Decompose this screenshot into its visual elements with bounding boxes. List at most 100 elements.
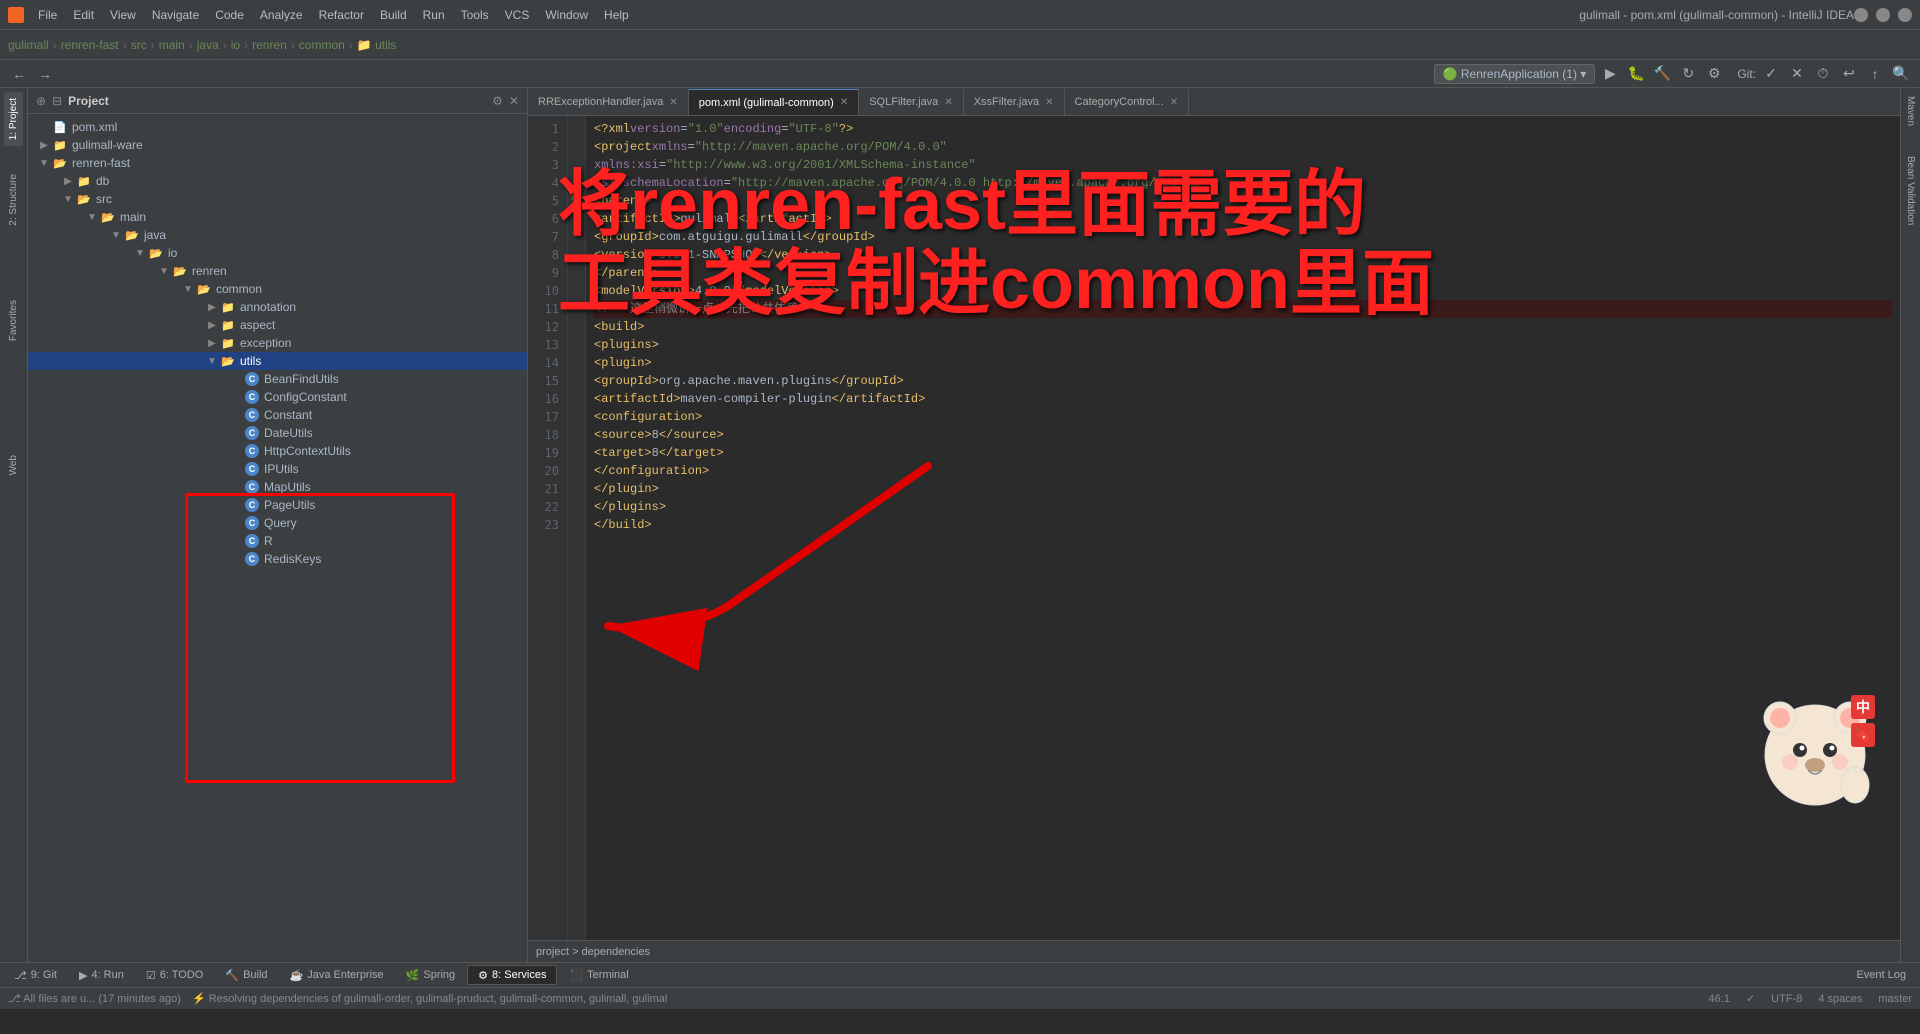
tree-item-maputils[interactable]: C MapUtils: [28, 478, 527, 496]
tree-item-db[interactable]: ▶ 📁 db: [28, 172, 527, 190]
indent-label[interactable]: 4 spaces: [1818, 993, 1862, 1005]
menu-run[interactable]: Run: [417, 6, 451, 24]
right-tab-maven[interactable]: Maven: [1903, 92, 1918, 130]
tree-item-r[interactable]: C R: [28, 532, 527, 550]
sidebar-tab-favorites[interactable]: Favorites: [4, 294, 23, 347]
tree-item-renren[interactable]: ▼ 📂 renren: [28, 262, 527, 280]
branch-label[interactable]: master: [1878, 993, 1912, 1005]
project-gear-icon[interactable]: ⚙: [492, 94, 503, 108]
breadcrumb-gulimall[interactable]: gulimall: [8, 38, 49, 52]
settings-button[interactable]: ⚙: [1703, 63, 1725, 85]
tree-item-aspect[interactable]: ▶ 📁 aspect: [28, 316, 527, 334]
tree-item-iputils[interactable]: C IPUtils: [28, 460, 527, 478]
bottom-tab-spring[interactable]: 🌿 Spring: [396, 965, 466, 985]
encoding-label[interactable]: UTF-8: [1771, 993, 1802, 1005]
sync-button[interactable]: ↻: [1677, 63, 1699, 85]
sidebar-tab-structure[interactable]: 2: Structure: [4, 168, 23, 232]
tab-xssfilter[interactable]: XssFilter.java ✕: [964, 89, 1065, 115]
minimize-button[interactable]: ─: [1854, 8, 1868, 22]
breadcrumb-java[interactable]: java: [197, 38, 219, 52]
tree-item-main[interactable]: ▼ 📂 main: [28, 208, 527, 226]
caret-position[interactable]: 46:1: [1709, 993, 1730, 1005]
bottom-tab-terminal[interactable]: ⬛ Terminal: [559, 965, 638, 985]
menu-analyze[interactable]: Analyze: [254, 6, 309, 24]
search-everywhere[interactable]: 🔍: [1890, 63, 1912, 85]
close-button[interactable]: ✕: [1898, 8, 1912, 22]
git-push[interactable]: ↑: [1864, 63, 1886, 85]
tree-item-utils[interactable]: ▼ 📂 utils: [28, 352, 527, 370]
git-revert[interactable]: ↩: [1838, 63, 1860, 85]
tab-xssfilter-close[interactable]: ✕: [1045, 97, 1053, 108]
tab-pomxml[interactable]: pom.xml (gulimall-common) ✕: [689, 89, 859, 115]
tree-item-annotation[interactable]: ▶ 📁 annotation: [28, 298, 527, 316]
tree-item-common[interactable]: ▼ 📂 common: [28, 280, 527, 298]
run-config-icon: 🟢: [1443, 67, 1458, 81]
breadcrumb-renren[interactable]: renren: [252, 38, 287, 52]
menu-refactor[interactable]: Refactor: [313, 6, 370, 24]
tab-rrexceptionhandler-close[interactable]: ✕: [669, 97, 677, 108]
tab-categorycontrol-close[interactable]: ✕: [1170, 97, 1178, 108]
run-config-selector[interactable]: 🟢 RenrenApplication (1) ▾: [1434, 64, 1596, 84]
tree-item-configconstant[interactable]: C ConfigConstant: [28, 388, 527, 406]
breadcrumb-common[interactable]: common: [299, 38, 345, 52]
menu-tools[interactable]: Tools: [455, 6, 495, 24]
tab-sqlfilter-close[interactable]: ✕: [944, 97, 952, 108]
breadcrumb-main[interactable]: main: [159, 38, 185, 52]
tree-item-dateutils[interactable]: C DateUtils: [28, 424, 527, 442]
back-button[interactable]: ←: [8, 63, 30, 85]
git-history[interactable]: ⏱: [1812, 63, 1834, 85]
maximize-button[interactable]: □: [1876, 8, 1890, 22]
menu-view[interactable]: View: [104, 6, 142, 24]
right-tab-bean[interactable]: Bean Validation: [1903, 152, 1918, 229]
r-icon: C: [244, 533, 260, 549]
tree-item-pageutils[interactable]: C PageUtils: [28, 496, 527, 514]
tree-item-io[interactable]: ▼ 📂 io: [28, 244, 527, 262]
bottom-tab-build[interactable]: 🔨 Build: [215, 965, 277, 985]
tree-item-constant[interactable]: C Constant: [28, 406, 527, 424]
bottom-tab-services[interactable]: ⚙ 8: Services: [467, 965, 557, 985]
bottom-tab-enterprise[interactable]: ☕ Java Enterprise: [280, 965, 394, 985]
project-close-icon[interactable]: ✕: [509, 94, 519, 108]
tree-item-src[interactable]: ▼ 📂 src: [28, 190, 527, 208]
menu-edit[interactable]: Edit: [67, 6, 100, 24]
project-collapse-icon[interactable]: ⊟: [52, 94, 62, 108]
breadcrumb-utils[interactable]: 📁 utils: [357, 38, 397, 52]
forward-button[interactable]: →: [34, 63, 56, 85]
project-sync-icon[interactable]: ⊕: [36, 94, 46, 108]
breadcrumb-io[interactable]: io: [231, 38, 240, 52]
git-x[interactable]: ✕: [1786, 63, 1808, 85]
sidebar-tab-web[interactable]: Web: [4, 449, 23, 481]
tab-categorycontrol[interactable]: CategoryControl... ✕: [1065, 89, 1190, 115]
bottom-tab-todo[interactable]: ☑ 6: TODO: [136, 965, 213, 985]
build-button[interactable]: 🔨: [1651, 63, 1673, 85]
menu-window[interactable]: Window: [539, 6, 594, 24]
git-checkmark[interactable]: ✓: [1760, 63, 1782, 85]
bottom-tab-run[interactable]: ▶ 4: Run: [69, 965, 134, 985]
menu-navigate[interactable]: Navigate: [146, 6, 205, 24]
tree-item-rediskeys[interactable]: C RedisKeys: [28, 550, 527, 568]
bottom-tab-git[interactable]: ⎇ 9: Git: [4, 965, 67, 985]
code-area[interactable]: <?xml version="1.0" encoding="UTF-8"?> <…: [586, 116, 1900, 940]
menu-help[interactable]: Help: [598, 6, 635, 24]
tree-item-exception[interactable]: ▶ 📁 exception: [28, 334, 527, 352]
tab-rrexceptionhandler[interactable]: RRExceptionHandler.java ✕: [528, 89, 689, 115]
tree-item-pom[interactable]: 📄 pom.xml: [28, 118, 527, 136]
tab-sqlfilter[interactable]: SQLFilter.java ✕: [859, 89, 963, 115]
tree-item-beanfindutils[interactable]: C BeanFindUtils: [28, 370, 527, 388]
breadcrumb-renren-fast[interactable]: renren-fast: [61, 38, 119, 52]
bottom-tab-event-log[interactable]: Event Log: [1846, 965, 1916, 985]
menu-vcs[interactable]: VCS: [499, 6, 536, 24]
tree-item-renren-fast[interactable]: ▼ 📂 renren-fast: [28, 154, 527, 172]
debug-button[interactable]: 🐛: [1625, 63, 1647, 85]
sidebar-tab-project[interactable]: 1: Project: [4, 92, 23, 146]
breadcrumb-src[interactable]: src: [131, 38, 147, 52]
menu-build[interactable]: Build: [374, 6, 413, 24]
tab-pomxml-close[interactable]: ✕: [840, 97, 848, 108]
run-button[interactable]: ▶: [1599, 63, 1621, 85]
tree-item-java[interactable]: ▼ 📂 java: [28, 226, 527, 244]
tree-item-httpcontextutils[interactable]: C HttpContextUtils: [28, 442, 527, 460]
tree-item-query[interactable]: C Query: [28, 514, 527, 532]
menu-file[interactable]: File: [32, 6, 63, 24]
tree-item-gulimall-ware[interactable]: ▶ 📁 gulimall-ware: [28, 136, 527, 154]
menu-code[interactable]: Code: [209, 6, 250, 24]
